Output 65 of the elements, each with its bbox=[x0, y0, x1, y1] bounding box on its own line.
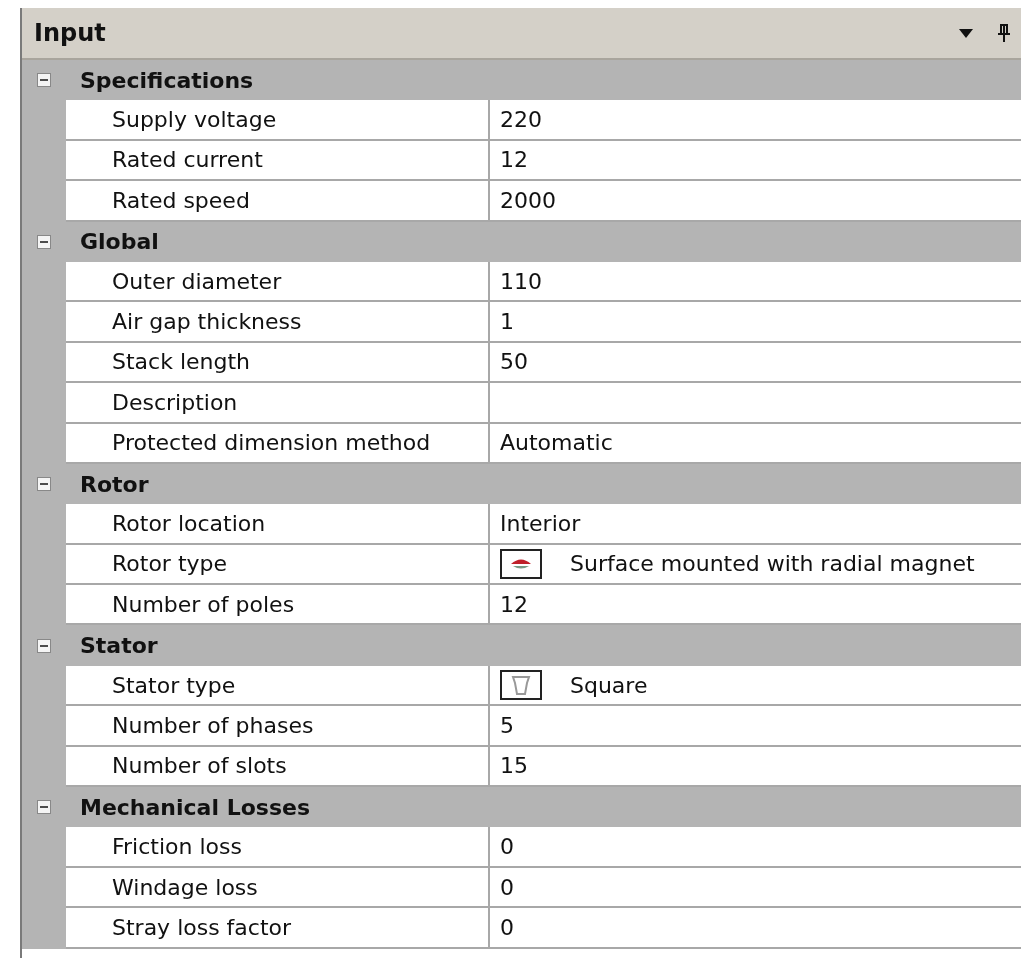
property-name: Outer diameter bbox=[112, 268, 282, 294]
property-value: 12 bbox=[500, 591, 528, 617]
property-name: Friction loss bbox=[112, 834, 242, 860]
property-value: 2000 bbox=[500, 187, 556, 213]
value-cell[interactable]: 220 bbox=[490, 100, 1021, 141]
property-name: Number of poles bbox=[112, 591, 295, 617]
value-cell[interactable]: 110 bbox=[490, 261, 1021, 303]
category-label: Mechanical Losses bbox=[79, 794, 310, 820]
value-cell[interactable]: 0 bbox=[490, 867, 1021, 909]
dropdown-arrow-icon[interactable] bbox=[959, 28, 973, 38]
category-label: Specifications bbox=[79, 67, 254, 93]
property-name: Rated speed bbox=[112, 187, 250, 213]
property-name: Rated current bbox=[112, 147, 263, 173]
property-name: Stator type bbox=[112, 672, 236, 698]
property-name: Number of slots bbox=[112, 753, 287, 779]
property-name: Number of phases bbox=[112, 712, 314, 738]
value-cell[interactable]: 15 bbox=[490, 746, 1021, 788]
property-value: Automatic bbox=[500, 430, 613, 456]
value-cell[interactable]: Interior bbox=[490, 504, 1021, 545]
stator-slot-icon bbox=[500, 670, 542, 701]
category-label: Stator bbox=[79, 633, 158, 659]
property-value: 12 bbox=[500, 147, 528, 173]
property-name: Windage loss bbox=[112, 874, 258, 900]
property-name: Rotor location bbox=[112, 511, 266, 536]
collapse-icon[interactable] bbox=[37, 234, 51, 249]
value-cell[interactable] bbox=[490, 383, 1021, 424]
property-value: 0 bbox=[500, 914, 514, 940]
property-value: 5 bbox=[500, 712, 514, 738]
value-cell[interactable]: 5 bbox=[490, 706, 1021, 747]
property-value: 50 bbox=[500, 349, 528, 375]
property-name: Description bbox=[112, 389, 238, 415]
value-cell[interactable]: 12 bbox=[490, 585, 1021, 626]
value-cell[interactable]: 0 bbox=[490, 827, 1021, 868]
property-value: 1 bbox=[500, 309, 514, 335]
value-cell[interactable]: 2000 bbox=[490, 181, 1021, 222]
value-cell[interactable]: 50 bbox=[490, 342, 1021, 384]
collapse-icon[interactable] bbox=[37, 477, 51, 492]
collapse-icon[interactable] bbox=[37, 800, 51, 815]
value-cell[interactable]: 0 bbox=[490, 908, 1021, 949]
property-name: Supply voltage bbox=[112, 107, 277, 133]
collapse-icon[interactable] bbox=[37, 638, 51, 653]
property-name: Stack length bbox=[112, 349, 251, 375]
value-cell[interactable]: Automatic bbox=[490, 423, 1021, 464]
category-label: Global bbox=[79, 229, 159, 255]
property-value: 15 bbox=[500, 753, 528, 779]
property-value: 0 bbox=[500, 874, 514, 900]
property-name: Stray loss factor bbox=[112, 914, 292, 940]
value-cell[interactable]: Surface mounted with radial magnet bbox=[490, 544, 1021, 586]
value-cell[interactable]: 1 bbox=[490, 302, 1021, 343]
pin-icon[interactable] bbox=[997, 24, 1011, 42]
rotor-magnet-icon bbox=[500, 548, 542, 579]
category-label: Rotor bbox=[79, 471, 149, 497]
property-name: Rotor type bbox=[112, 551, 228, 577]
value-cell[interactable]: Square bbox=[490, 665, 1021, 707]
property-name: Air gap thickness bbox=[112, 309, 302, 335]
property-value: 220 bbox=[500, 107, 542, 133]
property-name: Protected dimension method bbox=[112, 430, 431, 456]
value-cell[interactable]: 12 bbox=[490, 140, 1021, 182]
property-value: Surface mounted with radial magnet bbox=[570, 551, 975, 577]
property-value: Square bbox=[570, 672, 648, 698]
property-value: Interior bbox=[500, 511, 581, 536]
property-value: 0 bbox=[500, 834, 514, 860]
property-value: 110 bbox=[500, 268, 542, 294]
collapse-icon[interactable] bbox=[37, 73, 51, 88]
panel-title: Input bbox=[34, 19, 107, 47]
